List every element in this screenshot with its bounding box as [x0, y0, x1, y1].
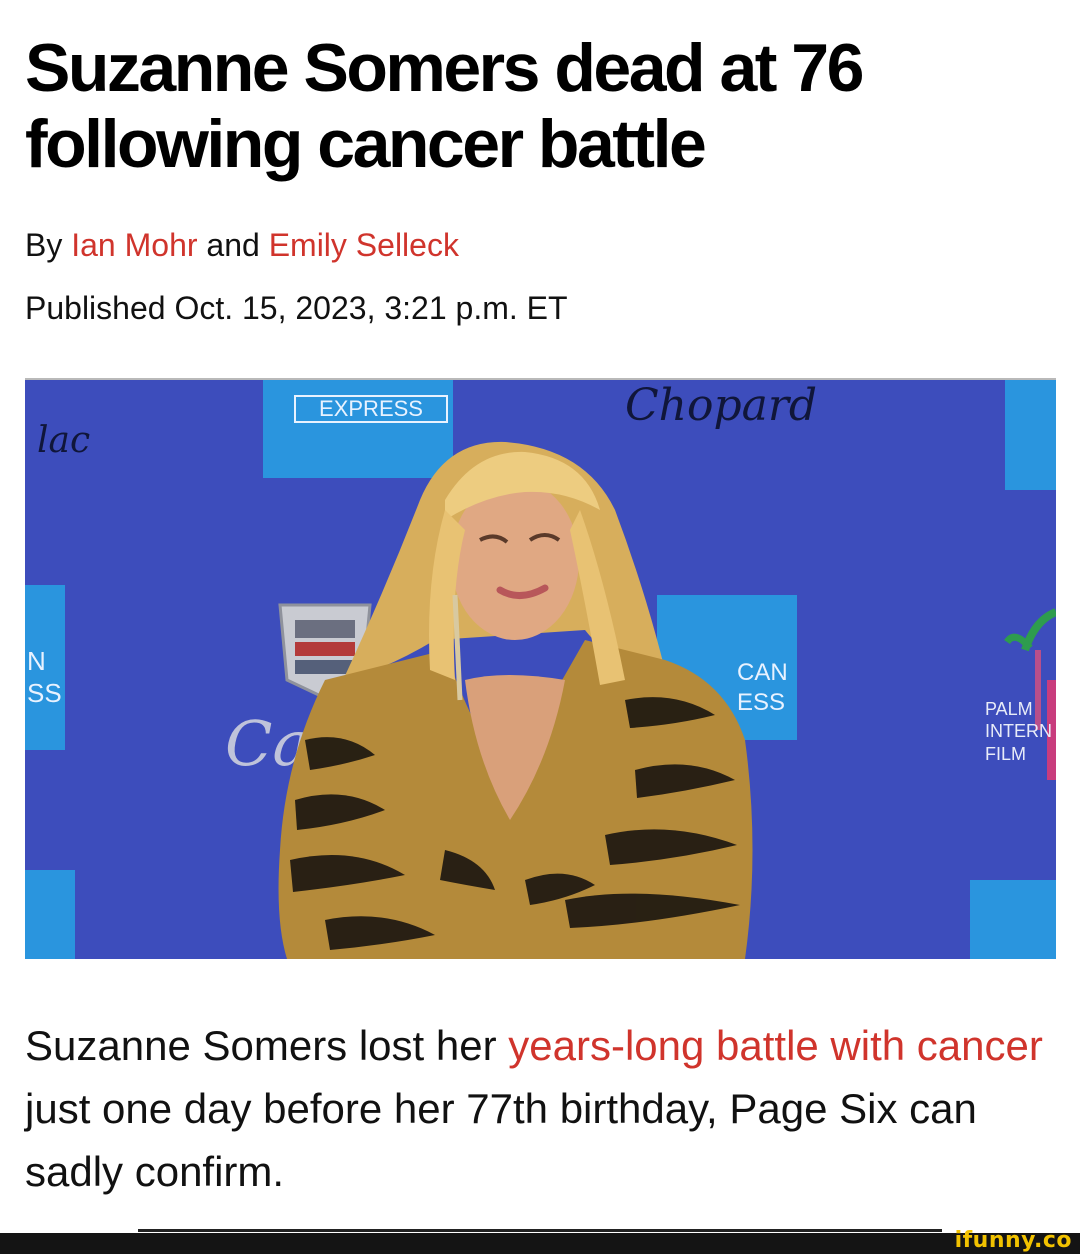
- author-link-ian-mohr[interactable]: Ian Mohr: [71, 227, 197, 263]
- amex-panel-bottom-left: [25, 870, 75, 959]
- byline-prefix: By: [25, 227, 63, 263]
- amex-panel-right-top: [1005, 380, 1056, 490]
- published-date: Published Oct. 15, 2023, 3:21 p.m. ET: [25, 290, 568, 326]
- photo-scene: EXPRESS N SS CAN ESS Chopard lac Ca PALM…: [25, 380, 1056, 959]
- backdrop-text-ess: ESS: [737, 689, 785, 716]
- body-text-end: just one day before her 77th birthday, P…: [25, 1085, 977, 1195]
- backdrop-text-n: N: [27, 646, 46, 676]
- backdrop-text-can: CAN: [737, 659, 788, 686]
- article-body-paragraph: Suzanne Somers lost her years-long battl…: [25, 1014, 1055, 1203]
- author-link-emily-selleck[interactable]: Emily Selleck: [269, 227, 459, 263]
- backdrop-text-chopard: Chopard: [625, 380, 817, 431]
- byline-joiner: and: [206, 227, 260, 263]
- backdrop-text-intern: INTERN: [985, 721, 1052, 741]
- backdrop-text-ss: SS: [27, 678, 62, 708]
- backdrop-text-express: EXPRESS: [319, 396, 423, 421]
- backdrop-text-palm: PALM: [985, 699, 1033, 719]
- ifunny-watermark: ifunny.co: [954, 1228, 1072, 1253]
- bottom-rule: [138, 1229, 942, 1232]
- amex-panel-bottom-right: [970, 880, 1056, 959]
- headline: Suzanne Somers dead at 76 following canc…: [25, 30, 864, 182]
- byline: By Ian Mohr and Emily Selleck: [25, 225, 459, 265]
- amex-panel-top: [263, 380, 453, 478]
- backdrop-text-lac: lac: [37, 420, 90, 461]
- body-text-start: Suzanne Somers lost her: [25, 1022, 509, 1069]
- footer-bar: [0, 1233, 1080, 1254]
- backdrop-text-film: FILM: [985, 744, 1026, 764]
- cancer-battle-link[interactable]: years-long battle with cancer: [508, 1022, 1043, 1069]
- article-photo[interactable]: EXPRESS N SS CAN ESS Chopard lac Ca PALM…: [25, 380, 1056, 959]
